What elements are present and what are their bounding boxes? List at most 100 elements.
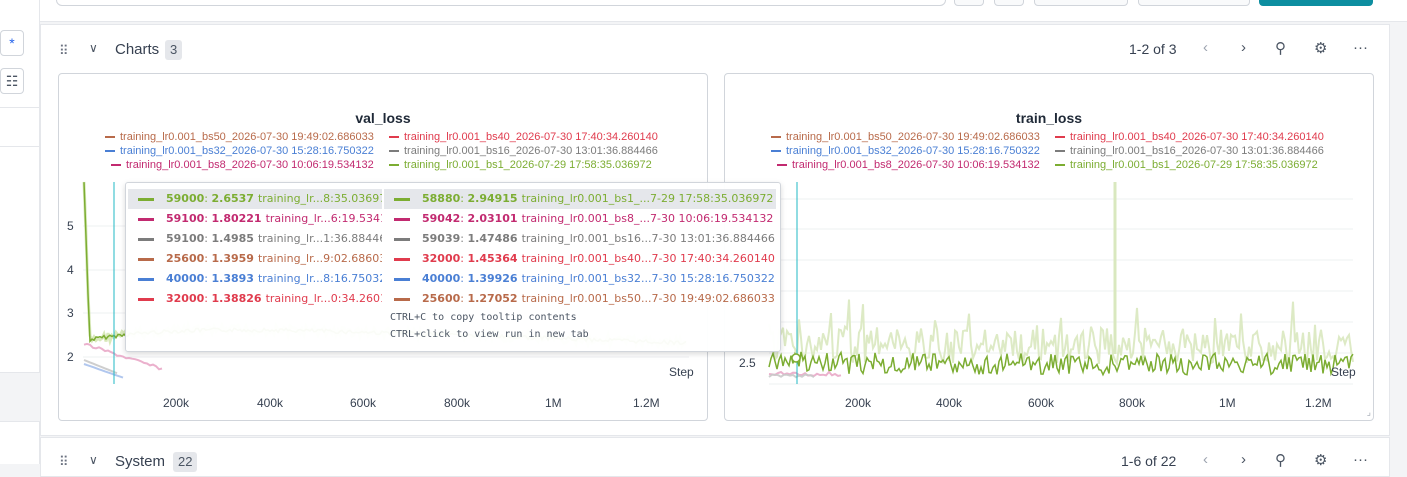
- series-swatch: [138, 277, 154, 281]
- pin-icon[interactable]: ⚲: [1275, 451, 1286, 469]
- gear-icon[interactable]: ⚙: [1314, 451, 1327, 469]
- x-axis-ticks: 200k 400k 600k 800k 1M 1.2M: [725, 396, 1375, 410]
- tooltip-step: 59100: [166, 212, 205, 225]
- chevron-right-icon[interactable]: ›: [1241, 39, 1246, 56]
- series-swatch: [138, 217, 154, 221]
- tooltip-run: training_lr0.001_bs32...7-30 15:28:16.75…: [521, 272, 775, 285]
- tooltip-step: 59039: [422, 232, 461, 245]
- tooltip-row: 25600: 1.3959 training_lr...9:02.68603: [128, 249, 382, 269]
- section-title: System: [115, 453, 166, 470]
- series-line-bs32: [83, 363, 124, 379]
- x-axis-ticks: 200k 400k 600k 800k 1M 1.2M: [59, 396, 709, 410]
- chevron-left-icon[interactable]: ‹: [1203, 451, 1208, 468]
- tooltip-row: 40000: 1.3893 training_lr...8:16.75032: [128, 269, 382, 289]
- toolbar-button[interactable]: [1138, 0, 1250, 6]
- tooltip-row: 32000: 1.45364 training_lr0.001_bs40...7-…: [384, 249, 776, 269]
- tooltip-step: 58880: [422, 192, 461, 205]
- chevron-left-icon[interactable]: ‹: [1203, 39, 1208, 56]
- x-axis-label: Step: [669, 365, 694, 379]
- y-tick: 2: [67, 350, 74, 364]
- search-input[interactable]: [56, 0, 946, 6]
- series-line-bs16: [768, 373, 815, 379]
- tooltip-row: 40000: 1.39926 training_lr0.001_bs32...7-…: [384, 269, 776, 289]
- series-swatch: [138, 197, 154, 201]
- hover-point: [791, 353, 801, 363]
- pagination-label: 1-6 of 22: [1121, 453, 1177, 469]
- tooltip-step: 40000: [422, 272, 461, 285]
- x-tick: 200k: [845, 396, 872, 410]
- more-icon[interactable]: ···: [1353, 451, 1368, 468]
- section-count-badge: 3: [165, 40, 183, 60]
- pagination-label: 1-2 of 3: [1129, 41, 1177, 57]
- tooltip-value: 1.80221: [211, 212, 262, 225]
- tooltip-hint: CTRL+click to view run in new tab: [390, 329, 589, 340]
- chevron-down-icon[interactable]: ∨: [89, 453, 98, 467]
- x-tick: 1M: [545, 396, 562, 410]
- series-swatch: [394, 277, 410, 281]
- tooltip-value: 1.27052: [467, 292, 518, 305]
- tooltip-row: 59042: 2.03101 training_lr0.001_bs8_...7-…: [384, 209, 776, 229]
- chart-panel-train-loss[interactable]: train_loss training_lr0.001_bs50_2026-07…: [724, 73, 1374, 421]
- drag-handle-icon[interactable]: ⠿: [59, 454, 68, 470]
- list-icon[interactable]: ☷: [0, 68, 24, 94]
- resize-handle-icon[interactable]: ⌟: [1367, 407, 1371, 418]
- tooltip-value: 1.45364: [467, 252, 518, 265]
- tooltip-run: training_lr...9:02.68603: [257, 252, 382, 265]
- tooltip-run: training_lr0.001_bs16...7-30 13:01:36.88…: [521, 232, 775, 245]
- gear-icon[interactable]: ⚙: [1314, 39, 1327, 57]
- tooltip-step: 25600: [422, 292, 461, 305]
- x-tick: 1M: [1219, 396, 1236, 410]
- sidebar-selected-row[interactable]: [0, 372, 40, 422]
- tooltip-run: training_lr0.001_bs1_...7-29 17:58:35.03…: [521, 192, 774, 205]
- series-swatch: [394, 217, 410, 221]
- section-count-badge: 22: [173, 452, 198, 472]
- series-swatch: [394, 257, 410, 261]
- tooltip-row: 25600: 1.27052 training_lr0.001_bs50...7-…: [384, 289, 776, 309]
- tooltip-hint: CTRL+C to copy tooltip contents: [390, 312, 577, 323]
- chevron-right-icon[interactable]: ›: [1241, 451, 1246, 468]
- sidebar-divider: [0, 146, 40, 147]
- tooltip-run: training_lr0.001_bs50...7-30 19:49:02.68…: [521, 292, 775, 305]
- tooltip-value: 1.4985: [211, 232, 254, 245]
- pin-icon[interactable]: ⚲: [1275, 39, 1286, 57]
- tooltip-step: 25600: [166, 252, 205, 265]
- x-tick: 200k: [163, 396, 190, 410]
- y-tick: 5: [67, 219, 74, 233]
- tooltip-left-column: 59000: 2.6537 training_lr...8:35.03697 591…: [128, 189, 382, 309]
- y-tick: 4: [67, 263, 74, 277]
- top-toolbar: [40, 0, 1407, 22]
- charts-section-header: ⠿ ∨ Charts 3 1-2 of 3 ‹ › ⚲ ⚙ ···: [41, 25, 1389, 73]
- series-swatch: [394, 297, 410, 301]
- tooltip-step: 40000: [166, 272, 205, 285]
- tooltip-value: 1.38826: [211, 292, 262, 305]
- series-swatch: [394, 237, 410, 241]
- tooltip-run: training_lr...1:36.88446: [257, 232, 382, 245]
- tooltip-run: training_lr...8:16.75032: [257, 272, 382, 285]
- x-tick: 800k: [1119, 396, 1146, 410]
- series-swatch: [394, 197, 410, 201]
- more-icon[interactable]: ···: [1353, 39, 1368, 56]
- tooltip-value: 1.39926: [467, 272, 518, 285]
- series-swatch: [138, 237, 154, 241]
- toolbar-button[interactable]: [1034, 0, 1128, 6]
- train-loss-plot[interactable]: [725, 74, 1375, 422]
- chevron-down-icon[interactable]: ∨: [89, 41, 98, 55]
- y-tick: 2.5: [739, 356, 756, 370]
- tooltip-step: 59000: [166, 192, 205, 205]
- primary-button[interactable]: [1259, 0, 1373, 6]
- toolbar-button[interactable]: [994, 0, 1024, 6]
- tooltip-row: 59100: 1.4985 training_lr...1:36.88446: [128, 229, 382, 249]
- asterisk-icon[interactable]: *: [0, 30, 24, 56]
- sidebar-divider: [0, 107, 40, 108]
- x-tick: 1.2M: [1305, 396, 1332, 410]
- tooltip-run: training_lr0.001_bs8_...7-30 10:06:19.53…: [521, 212, 774, 225]
- drag-handle-icon[interactable]: ⠿: [59, 43, 68, 59]
- x-tick: 400k: [936, 396, 963, 410]
- tooltip-row: 58880: 2.94915 training_lr0.001_bs1_...7-…: [384, 189, 776, 209]
- toolbar-button[interactable]: [954, 0, 984, 6]
- tooltip-value: 2.6537: [211, 192, 254, 205]
- chart-tooltip: 59000: 2.6537 training_lr...8:35.03697 591…: [125, 182, 781, 352]
- tooltip-right-column: 58880: 2.94915 training_lr0.001_bs1_...7-…: [384, 189, 776, 309]
- x-axis-label: Step: [1331, 365, 1356, 379]
- system-section: ⠿ ∨ System 22 1-6 of 22 ‹ › ⚲ ⚙ ···: [40, 437, 1390, 477]
